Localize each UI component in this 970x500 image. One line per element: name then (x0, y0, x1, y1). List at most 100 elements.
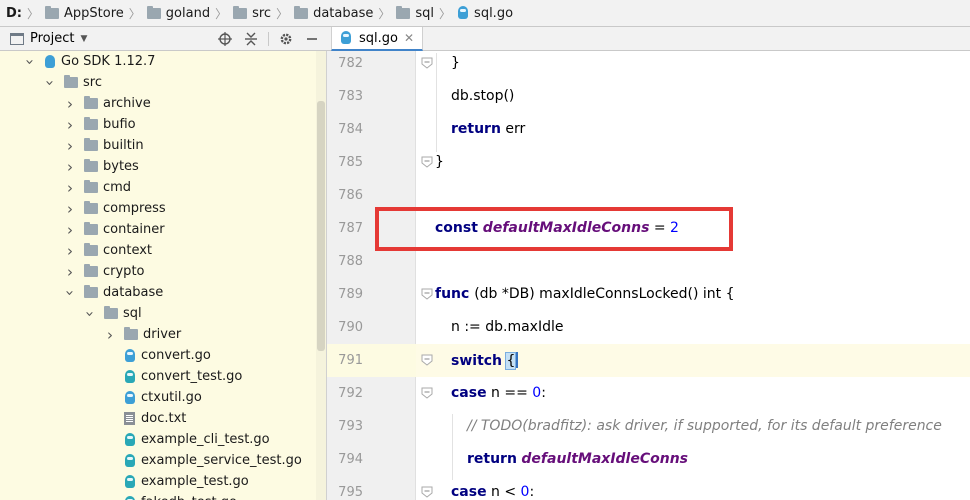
chevron-right-icon[interactable]: › (64, 221, 76, 239)
breadcrumb-item[interactable]: 〉 sql.go (434, 5, 513, 22)
breadcrumb-item[interactable]: 〉 src (210, 5, 271, 22)
tree-item[interactable]: › compress (0, 198, 316, 219)
code-line[interactable]: case n < 0: (451, 484, 534, 500)
breadcrumb-item[interactable]: 〉 database (271, 5, 373, 22)
tree-item[interactable]: › driver (0, 324, 316, 345)
breadcrumb-item[interactable]: 〉 goland (124, 5, 210, 22)
tree-item[interactable]: › bufio (0, 114, 316, 135)
folder-icon (84, 285, 98, 298)
folder-icon (84, 159, 98, 172)
chevron-right-icon[interactable]: › (64, 179, 76, 197)
chevron-right-icon[interactable]: › (64, 158, 76, 176)
tab-sql-go[interactable]: sql.go ✕ (331, 27, 424, 51)
code-line[interactable]: return err (451, 121, 525, 137)
chevron-down-icon[interactable]: ▼ (80, 34, 87, 44)
breadcrumb-separator: 〉 (378, 6, 391, 21)
gear-icon[interactable] (277, 30, 295, 48)
locate-icon[interactable] (216, 30, 234, 48)
tree-item-label: example_service_test.go (141, 453, 302, 468)
code-token: n < (486, 484, 521, 500)
tree-item[interactable]: › archive (0, 93, 316, 114)
tree-scrollbar-thumb[interactable] (317, 101, 325, 351)
breadcrumb-item[interactable]: 〉 AppStore (22, 5, 124, 22)
navigation-breadcrumb: D: 〉 AppStore 〉 goland 〉 src 〉 database 〉 sql 〉 sql.… (0, 0, 970, 27)
tree-item[interactable]: ›convert.go (0, 345, 316, 366)
code-token: return (467, 451, 517, 467)
fold-marker-icon[interactable] (421, 387, 433, 399)
tree-item[interactable]: ›doc.txt (0, 408, 316, 429)
tree-item[interactable]: › cmd (0, 177, 316, 198)
code-token: switch (451, 353, 503, 369)
chevron-right-icon[interactable]: › (64, 200, 76, 218)
collapse-all-icon[interactable] (242, 30, 260, 48)
folder-icon (84, 222, 98, 235)
code-line[interactable]: } (435, 154, 444, 170)
tree-item-label: crypto (103, 264, 145, 279)
fold-marker-icon[interactable] (421, 57, 433, 69)
chevron-right-icon[interactable]: › (64, 95, 76, 113)
code-line[interactable]: switch { (451, 352, 519, 370)
code-token: 0 (532, 385, 542, 401)
folder-icon (84, 201, 98, 214)
line-number: 791 (338, 353, 363, 368)
code-token: : (529, 484, 535, 500)
breadcrumb-item[interactable]: 〉 sql (373, 5, 434, 22)
chevron-down-icon[interactable]: › (21, 56, 39, 68)
code-token: int (702, 286, 722, 302)
tree-item[interactable]: ›ctxutil.go (0, 387, 316, 408)
folder-icon (396, 5, 411, 19)
tree-item[interactable]: › container (0, 219, 316, 240)
text-file-icon (124, 412, 135, 425)
folder-icon (64, 75, 78, 88)
chevron-right-icon[interactable]: › (64, 242, 76, 260)
tree-item-label: convert_test.go (141, 369, 243, 384)
fold-marker-icon[interactable] (421, 288, 433, 300)
tree-scrollbar[interactable] (316, 51, 326, 500)
tree-item[interactable]: ›example_service_test.go (0, 450, 316, 471)
code-line[interactable]: } (451, 55, 460, 71)
tree-item-label: convert.go (141, 348, 211, 363)
code-line[interactable]: func (db *DB) maxIdleConnsLocked() int { (435, 286, 735, 302)
chevron-right-icon[interactable]: › (64, 116, 76, 134)
fold-marker-icon[interactable] (421, 354, 433, 366)
go-test-file-icon (124, 432, 136, 447)
code-token: : (541, 385, 546, 401)
project-panel-title[interactable]: Project (30, 31, 74, 46)
tree-item-label: sql (123, 306, 142, 321)
tree-item[interactable]: ›fakedb_test.go (0, 492, 316, 500)
code-line[interactable]: db.stop() (451, 88, 514, 104)
code-line[interactable]: return defaultMaxIdleConns (467, 451, 688, 467)
chevron-right-icon[interactable]: › (64, 137, 76, 155)
tree-item[interactable]: ›example_test.go (0, 471, 316, 492)
tree-item[interactable]: › sql (0, 303, 316, 324)
tree-item[interactable]: › crypto (0, 261, 316, 282)
hide-icon[interactable] (303, 30, 321, 48)
project-window-icon (10, 32, 24, 45)
code-line[interactable]: case n == 0: (451, 385, 546, 401)
chevron-right-icon[interactable]: › (104, 326, 116, 344)
fold-marker-icon[interactable] (421, 156, 433, 168)
breadcrumb-separator: 〉 (128, 6, 141, 21)
tree-item[interactable]: › context (0, 240, 316, 261)
fold-marker-icon[interactable] (421, 486, 433, 498)
chevron-down-icon[interactable]: › (41, 77, 59, 89)
folder-icon (124, 327, 138, 340)
code-line[interactable]: n := db.maxIdle (451, 319, 563, 335)
tree-item[interactable]: › database (0, 282, 316, 303)
code-line[interactable]: // TODO(bradfitz): ask driver, if suppor… (467, 418, 942, 434)
tree-item[interactable]: › builtin (0, 135, 316, 156)
close-icon[interactable]: ✕ (404, 31, 414, 45)
tree-item[interactable]: ›convert_test.go (0, 366, 316, 387)
tree-item[interactable]: › bytes (0, 156, 316, 177)
chevron-down-icon[interactable]: › (61, 287, 79, 299)
tree-item[interactable]: › Go SDK 1.12.7 (0, 51, 316, 72)
tree-item[interactable]: › src (0, 72, 316, 93)
breadcrumb-label: sql (415, 5, 435, 21)
breadcrumb-drive[interactable]: D: (6, 6, 22, 21)
line-number: 788 (338, 254, 363, 269)
code-token: { (505, 352, 517, 370)
tree-item[interactable]: ›example_cli_test.go (0, 429, 316, 450)
breadcrumb-label: sql.go (474, 5, 514, 21)
chevron-down-icon[interactable]: › (81, 308, 99, 320)
chevron-right-icon[interactable]: › (64, 263, 76, 281)
